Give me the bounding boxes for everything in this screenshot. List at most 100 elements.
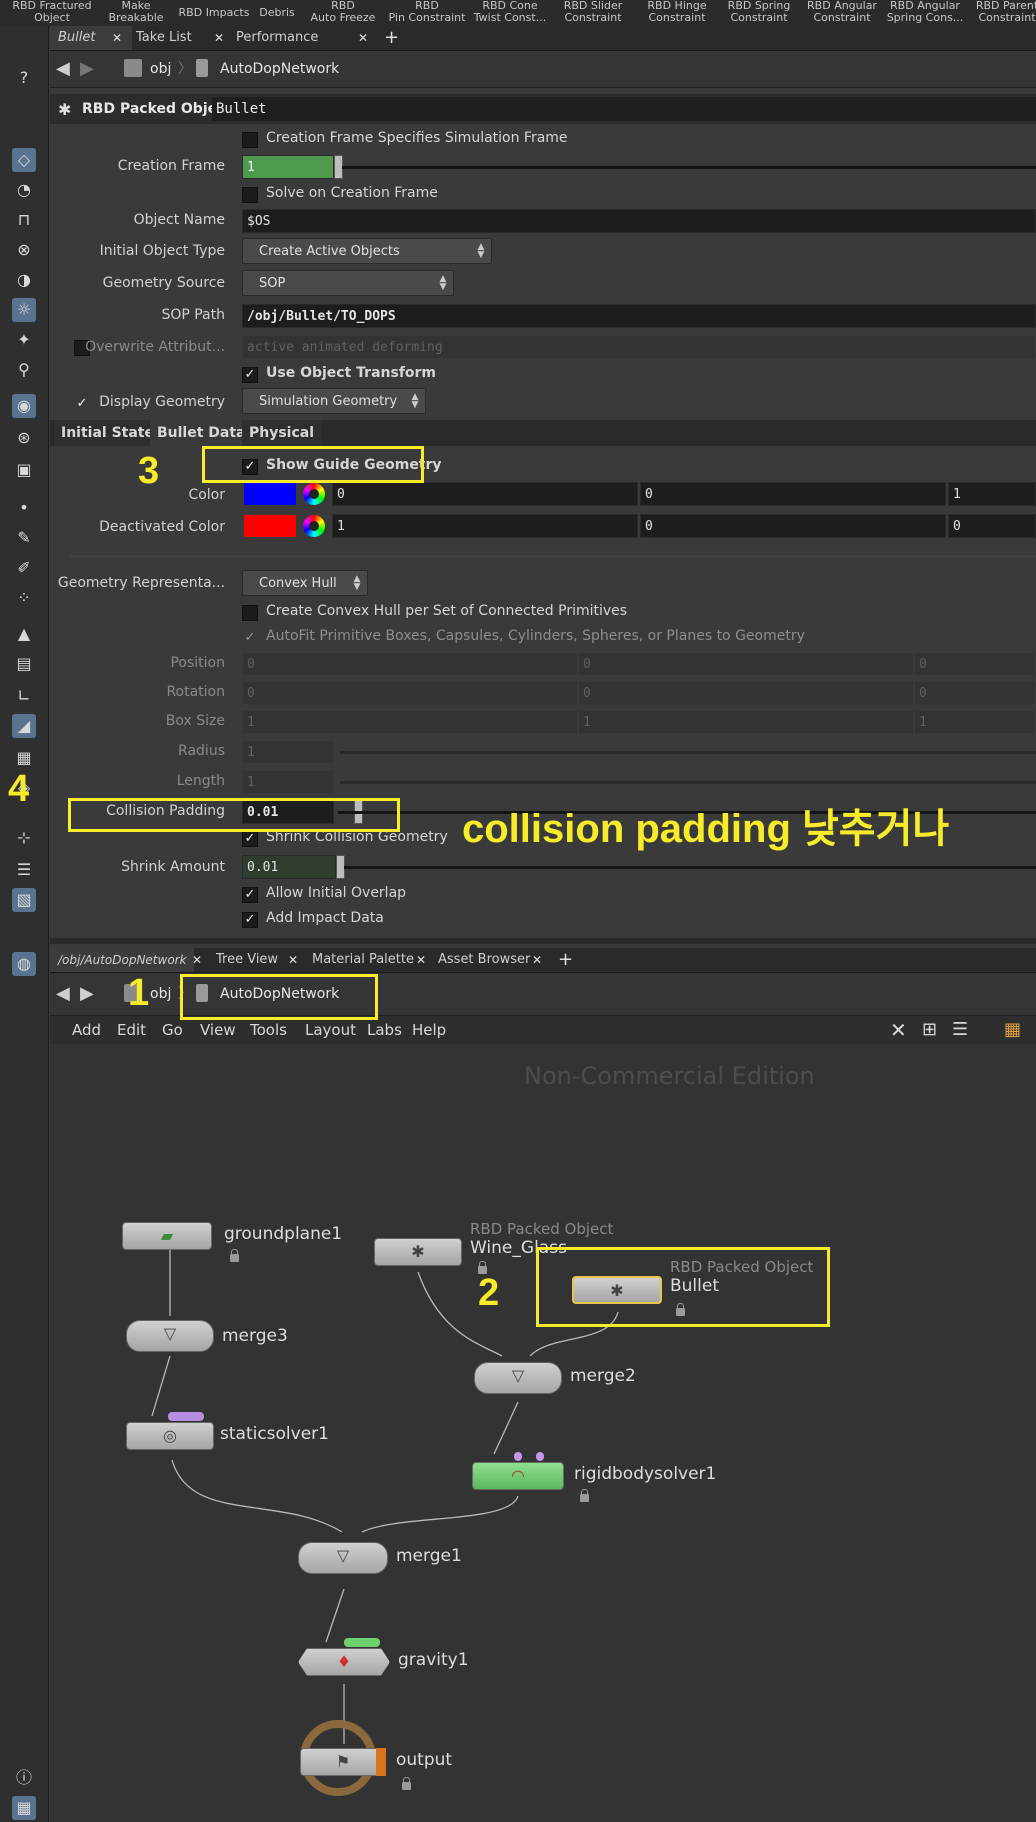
- shelf-tool-rbd-auto-freeze[interactable]: RBD Auto Freeze: [306, 0, 380, 26]
- checker-tool-icon[interactable]: ▦: [12, 746, 36, 770]
- network-editor[interactable]: Non-Commercial Edition ▰ groundplane1 ▽ …: [50, 1044, 1036, 1822]
- tree-icon[interactable]: ⊞: [922, 1016, 937, 1044]
- deactivated-color-wheel-icon[interactable]: [303, 515, 325, 537]
- shrink-amount-field[interactable]: 0.01: [242, 855, 336, 879]
- display-geometry-menu[interactable]: Simulation Geometry ▲ ▼: [242, 388, 426, 414]
- shelf-tool-rbd-parent[interactable]: RBD Parent Constraint: [972, 0, 1036, 26]
- node-merge3[interactable]: ▽: [126, 1320, 214, 1352]
- eye-tool-icon[interactable]: ⊛: [12, 426, 36, 450]
- node-staticsolver1[interactable]: ◎: [126, 1422, 214, 1450]
- rotation-x-field[interactable]: 0: [242, 681, 578, 705]
- radius-slider[interactable]: [340, 751, 1036, 754]
- close-tab-icon[interactable]: ✕: [532, 948, 542, 972]
- node-merge1[interactable]: ▽: [298, 1542, 388, 1574]
- object-name-field[interactable]: $OS: [242, 209, 1036, 233]
- deactivated-color-swatch[interactable]: [244, 515, 296, 537]
- bulb-tool-icon[interactable]: ✦: [12, 328, 36, 352]
- radius-field[interactable]: 1: [242, 740, 334, 764]
- shrink-amount-slider[interactable]: [344, 866, 1036, 869]
- wrench-icon[interactable]: ✕: [890, 1016, 907, 1044]
- length-field[interactable]: 1: [242, 770, 334, 794]
- creation-frame-slider[interactable]: [342, 166, 1036, 169]
- menu-go[interactable]: Go: [162, 1016, 183, 1044]
- tab-take-list[interactable]: Take List: [128, 26, 220, 50]
- pen-tool-icon[interactable]: ✐: [12, 556, 36, 580]
- list-icon[interactable]: ☰: [952, 1016, 968, 1044]
- breadcrumb-obj[interactable]: obj: [150, 57, 171, 81]
- menu-edit[interactable]: Edit: [117, 1016, 146, 1044]
- help-icon[interactable]: ?: [12, 66, 36, 90]
- node-rigidbodysolver1[interactable]: ◠: [472, 1462, 564, 1490]
- node-name-field[interactable]: Bullet: [212, 97, 1036, 121]
- close-tab-icon[interactable]: ✕: [214, 26, 224, 50]
- handle-tool-icon[interactable]: ◔: [12, 178, 36, 202]
- color-swatch[interactable]: [244, 483, 296, 505]
- geometry-source-menu[interactable]: SOP ▲ ▼: [242, 270, 454, 296]
- box-size-z-field[interactable]: 1: [914, 710, 1036, 734]
- node-gravity1[interactable]: ♦: [298, 1648, 390, 1676]
- image-tool-icon[interactable]: ▧: [12, 888, 36, 912]
- angle-tool-icon[interactable]: ∟: [12, 684, 36, 708]
- add-tab-icon[interactable]: +: [558, 948, 573, 972]
- camera-tool-icon[interactable]: ▣: [12, 458, 36, 482]
- forward-arrow-icon[interactable]: ▶: [80, 57, 94, 81]
- shelf-tool-debris[interactable]: Debris: [252, 7, 302, 26]
- solve-on-creation-checkbox[interactable]: [242, 187, 258, 203]
- tab-bullet-data[interactable]: Bullet Data: [150, 420, 253, 446]
- initial-object-type-menu[interactable]: Create Active Objects ▲ ▼: [242, 238, 492, 264]
- info-icon[interactable]: ⓘ: [12, 1766, 36, 1790]
- menu-help[interactable]: Help: [412, 1016, 446, 1044]
- menu-labs[interactable]: Labs: [367, 1016, 402, 1044]
- layout-icon[interactable]: ▦: [12, 1796, 36, 1820]
- pencil-tool-icon[interactable]: ✎: [12, 526, 36, 550]
- box-size-y-field[interactable]: 1: [578, 710, 914, 734]
- close-tab-icon[interactable]: ✕: [112, 26, 122, 50]
- deactivated-color-b-field[interactable]: 0: [948, 514, 1036, 538]
- menu-add[interactable]: Add: [72, 1016, 101, 1044]
- overwrite-attribute-field[interactable]: active animated deforming: [242, 335, 1036, 359]
- close-tab-icon[interactable]: ✕: [192, 948, 202, 972]
- color-g-field[interactable]: 0: [640, 482, 946, 506]
- pane-splitter[interactable]: [50, 938, 1036, 944]
- pose-tool-icon[interactable]: ⊗: [12, 238, 36, 262]
- breadcrumb-obj[interactable]: obj: [150, 982, 171, 1006]
- convex-hull-per-set-checkbox[interactable]: [242, 605, 258, 621]
- render-tool-icon[interactable]: ◉: [12, 394, 36, 418]
- node-wine-glass[interactable]: ✱: [374, 1238, 462, 1266]
- close-tab-icon[interactable]: ✕: [358, 26, 368, 50]
- shelf-tool-rbd-fractured-object[interactable]: RBD Fractured Object: [0, 0, 104, 26]
- list-tool-icon[interactable]: ☰: [12, 858, 36, 882]
- close-tab-icon[interactable]: ✕: [288, 948, 298, 972]
- shelf-tool-rbd-angular[interactable]: RBD Angular Constraint: [804, 0, 880, 26]
- creation-frame-field[interactable]: 1: [242, 155, 334, 179]
- shelf-tool-rbd-cone-twist[interactable]: RBD Cone Twist Const...: [470, 0, 550, 26]
- geometry-representation-menu[interactable]: Convex Hull ▲ ▼: [242, 570, 368, 596]
- view-tool-icon[interactable]: ◑: [12, 268, 36, 292]
- tab-initial-state[interactable]: Initial State: [54, 420, 161, 446]
- position-x-field[interactable]: 0: [242, 652, 578, 676]
- pin-tool-icon[interactable]: ⚲: [12, 358, 36, 382]
- tab-tree-view[interactable]: Tree View: [208, 948, 292, 972]
- forward-arrow-icon[interactable]: ▶: [80, 982, 94, 1006]
- shelf-tool-rbd-impacts[interactable]: RBD Impacts: [176, 7, 252, 26]
- shelf-tool-make-breakable[interactable]: Make Breakable: [104, 0, 168, 26]
- shelf-tool-rbd-slider[interactable]: RBD Slider Constraint: [556, 0, 630, 26]
- shelf-tool-rbd-hinge[interactable]: RBD Hinge Constraint: [640, 0, 714, 26]
- breadcrumb-autodopnetwork[interactable]: AutoDopNetwork: [220, 57, 339, 81]
- color-wheel-icon[interactable]: [303, 483, 325, 505]
- color-r-field[interactable]: 0: [332, 482, 638, 506]
- palette-icon[interactable]: ▦: [1004, 1016, 1021, 1044]
- rotation-y-field[interactable]: 0: [578, 681, 914, 705]
- back-arrow-icon[interactable]: ◀: [56, 982, 70, 1006]
- add-impact-data-checkbox[interactable]: ✓: [242, 912, 258, 928]
- tab-asset-browser[interactable]: Asset Browser: [430, 948, 536, 972]
- sop-path-field[interactable]: /obj/Bullet/TO_DOPS: [242, 304, 1036, 328]
- menu-layout[interactable]: Layout: [305, 1016, 356, 1044]
- brush-tool-icon[interactable]: ▲: [12, 622, 36, 646]
- position-z-field[interactable]: 0: [914, 652, 1036, 676]
- allow-initial-overlap-checkbox[interactable]: ✓: [242, 887, 258, 903]
- add-tab-icon[interactable]: +: [384, 26, 399, 50]
- marker-tool-icon[interactable]: ◍: [12, 952, 36, 976]
- rotation-z-field[interactable]: 0: [914, 681, 1036, 705]
- lock-tool-icon[interactable]: ⊓: [12, 208, 36, 232]
